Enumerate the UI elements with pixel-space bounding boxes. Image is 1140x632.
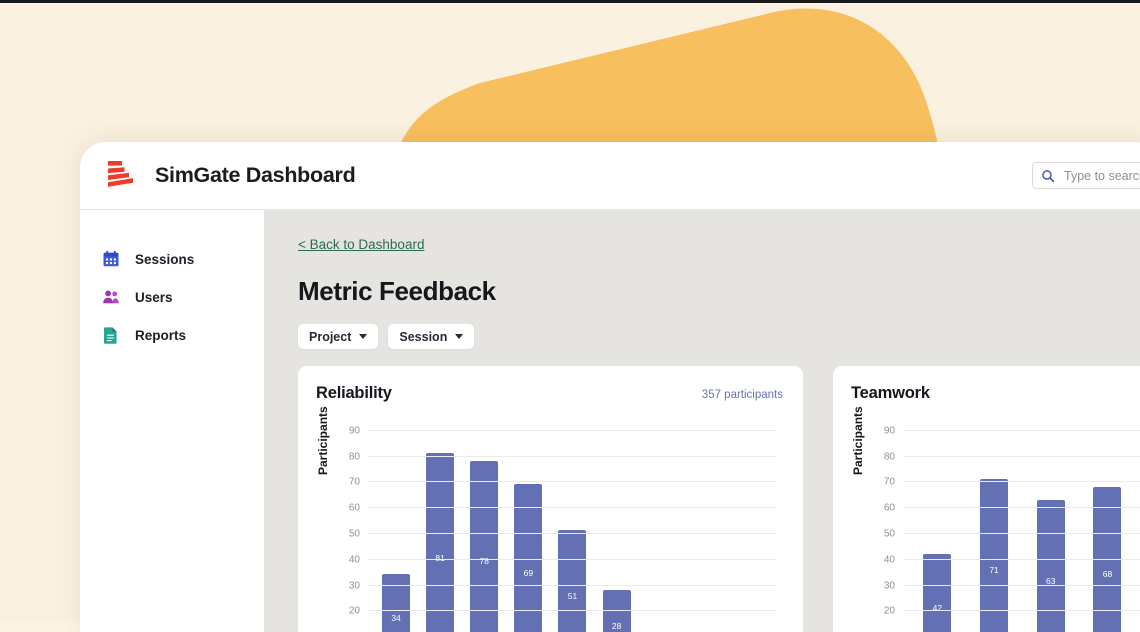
bar-value-label: 71: [989, 565, 998, 575]
grid-line: 70: [368, 481, 777, 482]
project-filter-label: Project: [309, 330, 351, 344]
chevron-down-icon: [455, 334, 463, 339]
y-axis-tick: 80: [884, 451, 895, 462]
y-axis-tick: 50: [349, 529, 360, 540]
content-area: < Back to Dashboard Metric Feedback Proj…: [264, 210, 1140, 632]
page-title: SimGate Dashboard: [155, 163, 355, 188]
grid-line: 90: [903, 430, 1140, 431]
bar-value-label: 68: [1103, 569, 1112, 579]
chart-bar[interactable]: 78: [470, 461, 498, 632]
bars-container: 42716368433018: [903, 417, 1140, 632]
chart-bar[interactable]: 51: [558, 530, 586, 632]
search-input[interactable]: [1062, 168, 1140, 184]
chart-bar[interactable]: 71: [980, 479, 1008, 632]
plot-area: 348178695128952 908070605040302010: [368, 417, 777, 632]
y-axis-tick: 20: [884, 606, 895, 617]
y-axis-tick: 70: [349, 477, 360, 488]
bar-value-label: 51: [568, 591, 577, 601]
top-edge-strip: [0, 0, 1140, 3]
y-axis-tick: 80: [349, 451, 360, 462]
card-header: Reliability 357 participants: [316, 384, 783, 403]
y-axis-tick: 60: [884, 503, 895, 514]
metric-card: Reliability 357 participants Participant…: [298, 366, 803, 632]
app-body: Sessions Users: [80, 210, 1140, 632]
grid-line: 50: [903, 533, 1140, 534]
page-heading: Metric Feedback: [298, 276, 1140, 307]
search-box[interactable]: [1032, 162, 1140, 189]
bar-value-label: 69: [524, 568, 533, 578]
back-to-dashboard-link[interactable]: < Back to Dashboard: [298, 237, 424, 252]
chart-bar[interactable]: 81: [426, 453, 454, 632]
grid-line: 40: [903, 559, 1140, 560]
sidebar-item-label: Users: [135, 290, 173, 305]
calendar-icon: [102, 250, 120, 268]
grid-line: 20: [368, 610, 777, 611]
grid-line: 30: [368, 585, 777, 586]
y-axis-tick: 90: [884, 425, 895, 436]
y-axis-tick: 60: [349, 503, 360, 514]
bars-container: 348178695128952: [368, 417, 777, 632]
y-axis-tick: 40: [349, 554, 360, 565]
sidebar-item-users[interactable]: Users: [80, 278, 264, 316]
bar-chart: Participants 42716368433018 908070605040…: [851, 417, 1140, 632]
grid-line: 80: [368, 456, 777, 457]
y-axis-tick: 90: [349, 425, 360, 436]
project-filter-button[interactable]: Project: [298, 324, 378, 349]
grid-line: 90: [368, 430, 777, 431]
plot-area: 42716368433018 908070605040302010: [903, 417, 1140, 632]
bar-chart: Participants 348178695128952 90807060504…: [316, 417, 783, 632]
sidebar-item-label: Reports: [135, 328, 186, 343]
metric-cards: Reliability 357 participants Participant…: [298, 366, 1140, 632]
people-icon: [102, 288, 120, 306]
grid-line: 30: [903, 585, 1140, 586]
session-filter-button[interactable]: Session: [388, 324, 474, 349]
chart-bar[interactable]: 63: [1037, 500, 1065, 632]
app-header: SimGate Dashboard: [80, 142, 1140, 210]
grid-line: 60: [903, 507, 1140, 508]
document-icon: [102, 326, 120, 344]
search-icon: [1041, 169, 1055, 183]
sidebar: Sessions Users: [80, 210, 264, 632]
chevron-down-icon: [359, 334, 367, 339]
grid-line: 20: [903, 610, 1140, 611]
participants-count: 357 participants: [702, 389, 783, 401]
bar-value-label: 28: [612, 621, 621, 631]
filter-bar: Project Session: [298, 324, 1140, 349]
bar-value-label: 81: [435, 553, 444, 563]
simgate-logo: [105, 159, 135, 193]
session-filter-label: Session: [399, 330, 447, 344]
card-header: Teamwork: [851, 384, 1140, 403]
y-axis-tick: 30: [884, 580, 895, 591]
grid-line: 40: [368, 559, 777, 560]
card-title: Reliability: [316, 384, 392, 403]
card-title: Teamwork: [851, 384, 930, 403]
grid-line: 60: [368, 507, 777, 508]
bar-value-label: 34: [391, 613, 400, 623]
y-axis-tick: 70: [884, 477, 895, 488]
y-axis-label: Participants: [316, 406, 330, 475]
sidebar-item-label: Sessions: [135, 252, 194, 267]
chart-bar[interactable]: 34: [382, 574, 410, 632]
metric-card: Teamwork Participants 42716368433018 908…: [833, 366, 1140, 632]
sidebar-item-reports[interactable]: Reports: [80, 316, 264, 354]
grid-line: 50: [368, 533, 777, 534]
y-axis-label: Participants: [851, 406, 865, 475]
grid-line: 80: [903, 456, 1140, 457]
grid-line: 70: [903, 481, 1140, 482]
y-axis-tick: 50: [884, 529, 895, 540]
y-axis-tick: 20: [349, 606, 360, 617]
y-axis-tick: 40: [884, 554, 895, 565]
y-axis-tick: 30: [349, 580, 360, 591]
sidebar-item-sessions[interactable]: Sessions: [80, 240, 264, 278]
app-window: SimGate Dashboard: [80, 142, 1140, 632]
chart-bar[interactable]: 42: [923, 554, 951, 632]
